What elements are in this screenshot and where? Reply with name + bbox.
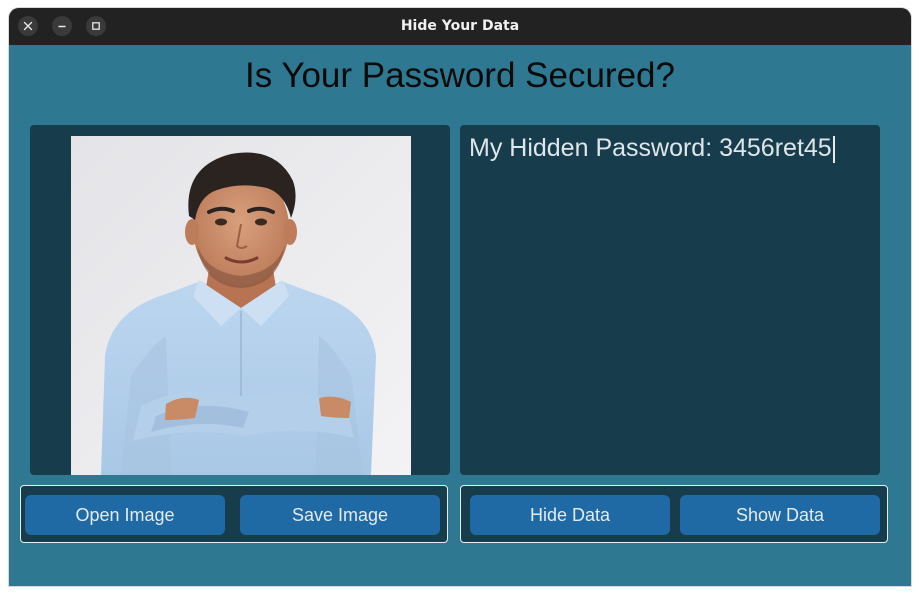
open-image-button[interactable]: Open Image (25, 495, 225, 535)
image-button-group: Open Image Save Image (20, 485, 448, 543)
secret-text-line: My Hidden Password: 3456ret45 (469, 133, 835, 163)
page-title: Is Your Password Secured? (245, 56, 675, 95)
title-bar[interactable]: Hide Your Data (9, 8, 911, 45)
show-data-button[interactable]: Show Data (680, 495, 880, 535)
secret-text-area[interactable]: My Hidden Password: 3456ret45 (460, 125, 880, 475)
secret-text: My Hidden Password: 3456ret45 (469, 134, 832, 162)
window-title: Hide Your Data (400, 18, 520, 34)
text-cursor (832, 135, 835, 163)
image-panel (30, 125, 450, 475)
app-window: Hide Your Data Is Your Password Secured? (9, 8, 911, 586)
hide-data-button[interactable]: Hide Data (470, 495, 670, 535)
data-button-group: Hide Data Show Data (460, 485, 888, 543)
portrait-photo (71, 136, 411, 475)
save-image-button[interactable]: Save Image (240, 495, 440, 535)
